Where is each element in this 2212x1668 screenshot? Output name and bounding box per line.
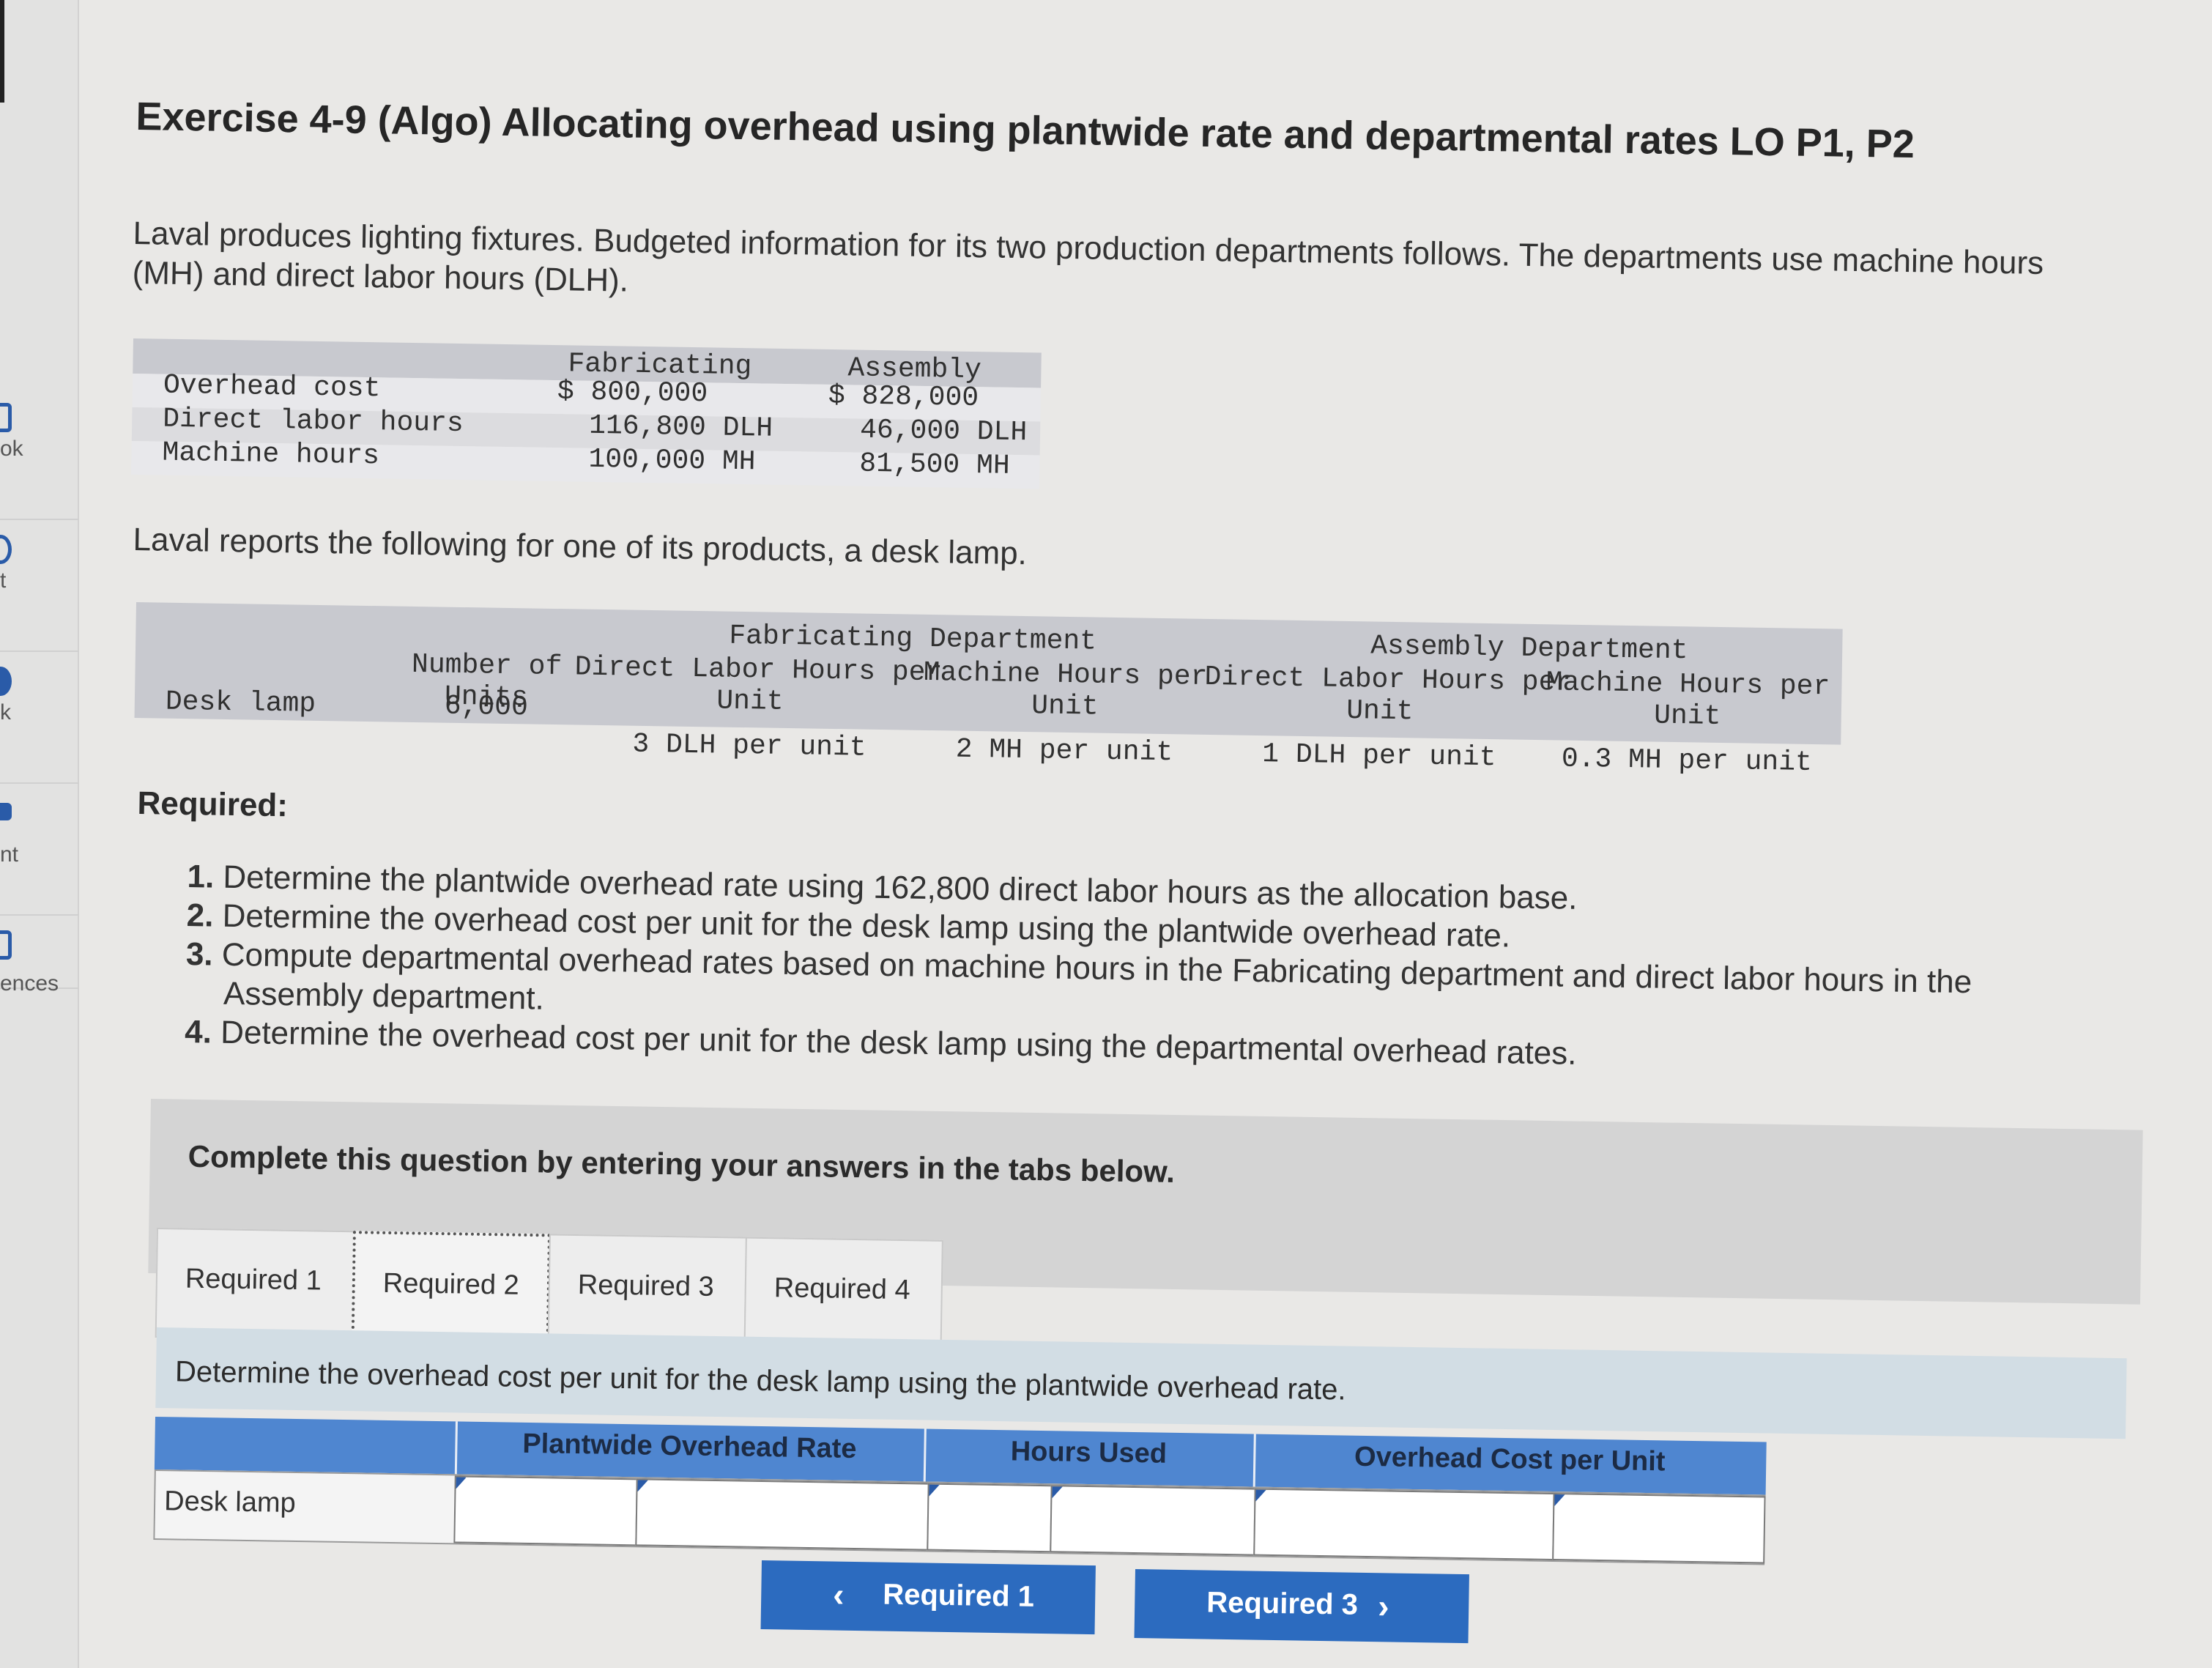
budget-table: Fabricating Assembly Overhead cost $ 800… bbox=[130, 338, 1042, 521]
group-header-fabricating: Fabricating Department bbox=[729, 620, 1097, 658]
sidebar-item-label: ok bbox=[0, 437, 23, 461]
tab-required-2[interactable]: Required 2 bbox=[351, 1231, 551, 1344]
sidebar-item-1[interactable]: ok bbox=[0, 388, 79, 520]
product-cell: 1 DLH per unit bbox=[1261, 738, 1496, 774]
plantwide-rate-unit-input[interactable] bbox=[635, 1478, 929, 1551]
overhead-cost-per-unit-input[interactable] bbox=[1253, 1488, 1555, 1561]
group-header-assembly: Assembly Department bbox=[1370, 630, 1688, 667]
product-cell: 3 DLH per unit bbox=[632, 728, 866, 764]
col-header-asm-dlh: Direct Labor Hours per Unit bbox=[1204, 661, 1573, 728]
product-sentence: Laval reports the following for one of i… bbox=[133, 522, 1028, 572]
budget-row-label: Overhead cost bbox=[163, 369, 381, 405]
col-header-fab-mh: Machine Hours per Unit bbox=[923, 656, 1208, 723]
sidebar-item-label: k bbox=[0, 700, 11, 724]
page-title: Exercise 4-9 (Algo) Allocating overhead … bbox=[136, 94, 1915, 167]
sidebar-item-label: nt bbox=[0, 842, 19, 867]
product-cell: 6,000 bbox=[444, 690, 529, 724]
tab-instruction: Determine the overhead cost per unit for… bbox=[174, 1355, 1346, 1406]
product-table: Fabricating Department Assembly Departme… bbox=[134, 602, 1843, 783]
ask-icon bbox=[0, 667, 12, 696]
book-icon bbox=[0, 403, 12, 432]
sidebar-item-label: t bbox=[0, 568, 7, 593]
left-sidebar: ok t k nt ences bbox=[0, 0, 79, 1668]
budget-cell: $ 800,000 bbox=[557, 376, 708, 410]
budget-cell: 116,800 DLH bbox=[588, 409, 773, 445]
sidebar-item-label: ences bbox=[0, 971, 59, 996]
chevron-left-icon: ‹ bbox=[832, 1575, 845, 1614]
requirements-list: 1. Determine the plantwide overhead rate… bbox=[185, 857, 2063, 1081]
budget-cell: $ 828,000 bbox=[828, 379, 979, 415]
overhead-cost-unit-input[interactable] bbox=[1552, 1492, 1766, 1564]
budget-row-label: Machine hours bbox=[162, 437, 380, 472]
product-cell: 2 MH per unit bbox=[955, 733, 1173, 769]
prev-required-1-button[interactable]: ‹ Required 1 bbox=[760, 1560, 1096, 1635]
budget-cell: 46,000 DLH bbox=[859, 414, 1028, 449]
sidebar-item-4[interactable]: nt bbox=[0, 784, 79, 916]
hours-used-input[interactable] bbox=[927, 1483, 1053, 1553]
sidebar-item-3[interactable]: k bbox=[0, 652, 79, 784]
panel-instruction: Complete this question by entering your … bbox=[188, 1138, 1176, 1189]
next-required-3-button[interactable]: Required 3 › bbox=[1134, 1569, 1469, 1644]
col-header-asm-mh: Machine Hours per Unit bbox=[1545, 667, 1830, 733]
print-icon bbox=[0, 803, 12, 820]
tab-required-3[interactable]: Required 3 bbox=[547, 1234, 747, 1347]
header-hours-used: Hours Used bbox=[1010, 1436, 1168, 1469]
tab-required-1[interactable]: Required 1 bbox=[155, 1228, 355, 1341]
hours-used-unit-input[interactable] bbox=[1050, 1485, 1256, 1556]
budget-row-label: Direct labor hours bbox=[162, 403, 464, 440]
sidebar-top-edge bbox=[0, 0, 4, 103]
col-header-fab-dlh: Direct Labor Hours per Unit bbox=[574, 651, 943, 718]
sidebar-item-5[interactable]: ences bbox=[0, 916, 79, 996]
sidebar-item-2[interactable]: t bbox=[0, 520, 79, 652]
references-icon bbox=[0, 930, 12, 960]
product-row-label: Desk lamp bbox=[165, 686, 316, 720]
intro-text: Laval produces lighting fixtures. Budget… bbox=[132, 214, 2169, 325]
tab-required-4[interactable]: Required 4 bbox=[743, 1237, 943, 1350]
answer-table: Plantwide Overhead Rate Hours Used Overh… bbox=[153, 1417, 1767, 1565]
answer-row-label: Desk lamp bbox=[163, 1486, 296, 1519]
chevron-right-icon: › bbox=[1377, 1587, 1389, 1626]
plantwide-rate-input[interactable] bbox=[453, 1475, 638, 1546]
budget-cell: 100,000 MH bbox=[588, 443, 756, 478]
print-icon bbox=[0, 535, 12, 564]
product-cell: 0.3 MH per unit bbox=[1561, 743, 1813, 779]
required-heading: Required: bbox=[137, 785, 289, 824]
budget-cell: 81,500 MH bbox=[859, 448, 1010, 482]
